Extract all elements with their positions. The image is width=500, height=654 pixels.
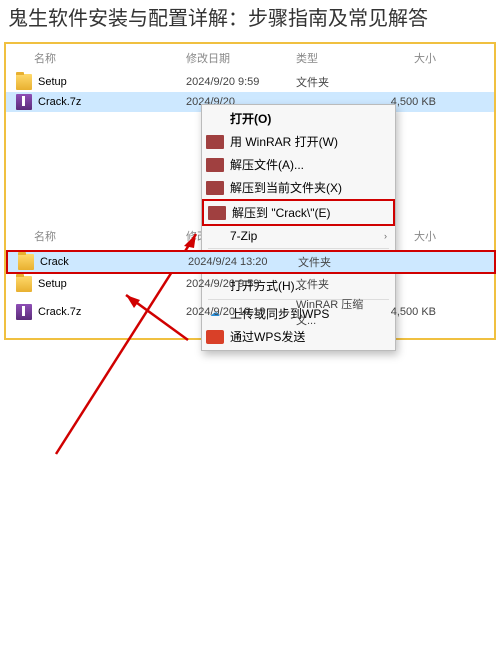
file-type: 文件夹	[296, 276, 376, 292]
menu-label: 解压到 "Crack\"(E)	[232, 204, 331, 221]
archive-icon	[16, 304, 32, 320]
file-name: Setup	[38, 76, 186, 88]
menu-extract-files[interactable]: 解压文件(A)...	[202, 153, 395, 176]
file-row-crack7z2[interactable]: Crack.7z 2024/9/20 10:19 WinRAR 压缩文... 4…	[6, 294, 494, 330]
file-type: 文件夹	[298, 254, 378, 270]
menu-open[interactable]: 打开(O)	[202, 107, 395, 130]
winrar-icon	[208, 206, 226, 220]
file-name: Crack.7z	[38, 96, 186, 108]
wps-icon	[206, 330, 224, 344]
col-type[interactable]: 类型	[296, 50, 376, 66]
menu-label: 打开(O)	[230, 110, 271, 127]
file-date: 2024/9/20 9:59	[186, 76, 296, 88]
file-row-setup2[interactable]: Setup 2024/9/20 9:59 文件夹	[6, 274, 494, 294]
menu-label: 解压到当前文件夹(X)	[230, 179, 342, 196]
menu-winrar-open[interactable]: 用 WinRAR 打开(W)	[202, 130, 395, 153]
file-size: 4,500 KB	[376, 306, 446, 318]
file-row-setup[interactable]: Setup 2024/9/20 9:59 文件夹	[6, 72, 494, 92]
menu-label: 通过WPS发送	[230, 328, 305, 345]
chevron-right-icon: ›	[384, 231, 387, 241]
menu-extract-here[interactable]: 解压到当前文件夹(X)	[202, 176, 395, 199]
winrar-icon	[206, 135, 224, 149]
menu-extract-to-crack[interactable]: 解压到 "Crack\"(E)	[202, 199, 395, 226]
file-type: WinRAR 压缩文...	[296, 296, 376, 328]
archive-icon	[16, 94, 32, 110]
menu-label: 解压文件(A)...	[230, 156, 304, 173]
blank-icon	[206, 229, 224, 243]
folder-icon	[16, 74, 32, 90]
col-date[interactable]: 修改日期	[186, 50, 296, 66]
file-name: Crack	[40, 256, 188, 268]
folder-icon	[18, 254, 34, 270]
file-date: 2024/9/20 9:59	[186, 278, 296, 290]
menu-7zip[interactable]: 7-Zip ›	[202, 226, 395, 246]
col-size[interactable]: 大小	[376, 50, 446, 66]
page-title: 鬼生软件安装与配置详解：步骤指南及常见解答	[0, 0, 500, 38]
file-date: 2024/9/20 10:19	[186, 306, 296, 318]
screenshot-container: 名称 修改日期 类型 大小 Setup 2024/9/20 9:59 文件夹 C…	[4, 42, 496, 340]
file-header-1: 名称 修改日期 类型 大小	[6, 48, 494, 72]
menu-label: 用 WinRAR 打开(W)	[230, 133, 338, 150]
file-row-crack[interactable]: Crack 2024/9/24 13:20 文件夹	[6, 250, 496, 274]
file-name: Setup	[38, 278, 186, 290]
blank-icon	[206, 112, 224, 126]
annotation-arrow	[118, 290, 198, 350]
menu-label: 7-Zip	[230, 229, 257, 243]
file-type: 文件夹	[296, 74, 376, 90]
winrar-icon	[206, 181, 224, 195]
col-name[interactable]: 名称	[6, 50, 186, 66]
file-date: 2024/9/24 13:20	[188, 256, 298, 268]
separator	[208, 248, 389, 249]
winrar-icon	[206, 158, 224, 172]
folder-icon	[16, 276, 32, 292]
